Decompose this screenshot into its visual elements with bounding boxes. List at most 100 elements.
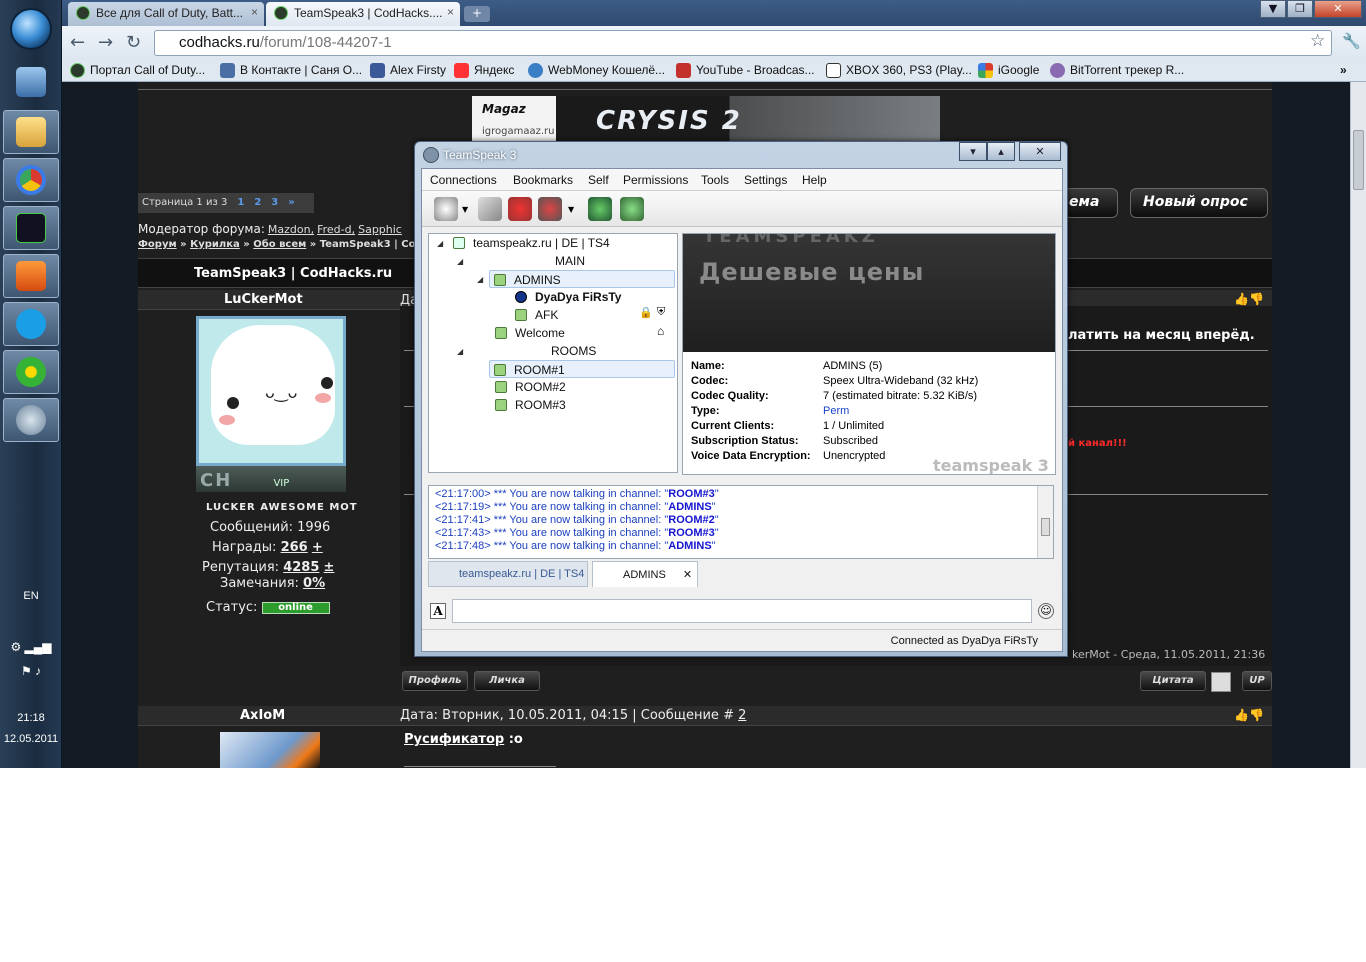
- post-number-link[interactable]: 2: [738, 708, 746, 723]
- bookmark-item[interactable]: YouTube - Broadcas...: [676, 63, 815, 78]
- menu-tools[interactable]: Tools: [701, 173, 729, 187]
- report-icon[interactable]: [1211, 672, 1231, 692]
- chevron-down-icon[interactable]: ◢: [457, 257, 463, 266]
- menu-bookmarks[interactable]: Bookmarks: [513, 173, 573, 187]
- up-button[interactable]: UP: [1242, 671, 1272, 691]
- address-bar[interactable]: codhacks.ru/forum/108-44207-1: [154, 30, 1332, 56]
- disconnect-icon[interactable]: [508, 197, 532, 221]
- close-icon[interactable]: ×: [447, 5, 454, 19]
- emoticon-icon[interactable]: ☺: [1038, 603, 1054, 619]
- tree-channel-admins[interactable]: ADMINS: [489, 270, 675, 288]
- moderator-link[interactable]: Mazdon,: [268, 223, 314, 236]
- tree-server[interactable]: teamspeakz.ru | DE | TS4: [453, 234, 610, 252]
- page-link[interactable]: 1: [237, 197, 244, 208]
- bookmark-item[interactable]: Яндекс: [454, 63, 514, 78]
- tree-spacer-main[interactable]: MAIN: [555, 252, 585, 270]
- game-icon[interactable]: [3, 206, 59, 250]
- tab-server-chat[interactable]: teamspeakz.ru | DE | TS4: [428, 561, 588, 587]
- rate-icon[interactable]: 👍👎: [1234, 708, 1264, 722]
- menu-connections[interactable]: Connections: [430, 173, 497, 187]
- moderator-link[interactable]: Fred-d,: [317, 223, 355, 236]
- tree-channel-welcome[interactable]: Welcome: [495, 324, 565, 342]
- chevron-down-icon[interactable]: ◢: [437, 239, 443, 248]
- new-tab-button[interactable]: +: [464, 6, 490, 22]
- reload-icon[interactable]: ↻: [126, 32, 141, 53]
- menu-settings[interactable]: Settings: [744, 173, 787, 187]
- view-icon[interactable]: [588, 197, 612, 221]
- font-format-icon[interactable]: A: [430, 603, 446, 619]
- tree-channel-afk[interactable]: AFK: [515, 306, 558, 324]
- chevron-down-icon[interactable]: ◢: [477, 275, 483, 284]
- volume-icon[interactable]: ⚑ ♪: [0, 664, 62, 678]
- tray-icons[interactable]: ⚙ ▂▄▆: [0, 640, 62, 654]
- display-settings-icon[interactable]: [3, 60, 59, 104]
- bookmark-star-icon[interactable]: ☆: [1310, 31, 1325, 51]
- media-player-icon[interactable]: [3, 254, 59, 298]
- tree-channel-room2[interactable]: ROOM#2: [495, 378, 566, 396]
- menu-self[interactable]: Self: [588, 173, 609, 187]
- language-indicator[interactable]: EN: [0, 590, 62, 602]
- new-topic-button[interactable]: ема: [1064, 188, 1118, 218]
- mute-icon[interactable]: [538, 197, 562, 221]
- close-icon[interactable]: ✕: [683, 569, 692, 581]
- post-link[interactable]: Русификатор: [404, 732, 504, 747]
- page-link[interactable]: 3: [271, 197, 278, 208]
- bookmark-item[interactable]: Портал Call of Duty...: [70, 63, 205, 78]
- tree-channel-room3[interactable]: ROOM#3: [495, 396, 566, 414]
- page-link[interactable]: 2: [254, 197, 261, 208]
- ts-minimize-button[interactable]: ▾: [959, 142, 987, 161]
- moderator-link[interactable]: Sapphic: [358, 223, 402, 236]
- wrench-icon[interactable]: 🔧: [1342, 32, 1361, 50]
- bookmark-item[interactable]: XBOX 360, PS3 (Play...: [826, 63, 972, 78]
- quote-button[interactable]: Цитата: [1140, 671, 1206, 691]
- chevron-down-icon[interactable]: ▼: [568, 205, 574, 214]
- new-poll-button[interactable]: Новый опрос: [1130, 188, 1268, 218]
- post-author[interactable]: LuCkerMot: [224, 292, 303, 307]
- close-button[interactable]: ✕: [1314, 0, 1362, 18]
- rate-icon[interactable]: 👍👎: [1234, 292, 1264, 306]
- page-scrollbar[interactable]: [1350, 82, 1366, 768]
- ts-close-button[interactable]: ✕: [1019, 142, 1061, 161]
- close-icon[interactable]: ×: [251, 5, 258, 19]
- clock-time[interactable]: 21:18: [0, 712, 62, 724]
- chevron-down-icon[interactable]: ▼: [462, 205, 468, 214]
- menu-help[interactable]: Help: [802, 173, 827, 187]
- bookmark-item[interactable]: Alex Firsty: [370, 63, 446, 78]
- rep-link[interactable]: 4285: [283, 560, 319, 575]
- contacts-icon[interactable]: [620, 197, 644, 221]
- forward-icon[interactable]: →: [98, 32, 113, 53]
- back-icon[interactable]: ←: [70, 32, 85, 53]
- bookmark-item[interactable]: iGoogle: [978, 63, 1039, 78]
- page-next[interactable]: »: [288, 197, 294, 208]
- chevron-down-icon[interactable]: ◢: [457, 347, 463, 356]
- chrome-icon[interactable]: [3, 158, 59, 202]
- profile-button[interactable]: Профиль: [402, 671, 468, 691]
- tree-spacer-rooms[interactable]: ROOMS: [551, 342, 596, 360]
- bookmark-item[interactable]: WebMoney Кошелё...: [528, 63, 665, 78]
- menu-permissions[interactable]: Permissions: [623, 173, 688, 187]
- minimize-button[interactable]: ▼: [1260, 0, 1286, 18]
- clock-date[interactable]: 12.05.2011: [0, 733, 62, 745]
- connect-icon[interactable]: [434, 197, 458, 221]
- post-author[interactable]: AxIoM: [240, 708, 285, 723]
- crysis-banner[interactable]: Magaz igrogamaaz.ru CRYSIS 2: [472, 96, 940, 144]
- start-orb[interactable]: [10, 8, 52, 50]
- tree-channel-room1[interactable]: ROOM#1: [489, 360, 675, 378]
- scroll-thumb[interactable]: [1353, 130, 1364, 190]
- bookmark-item[interactable]: BitTorrent трекер R...: [1050, 63, 1184, 78]
- tab-cod[interactable]: Все для Call of Duty, Batt... ×: [68, 2, 264, 26]
- maximize-button[interactable]: ❐: [1287, 0, 1313, 18]
- explorer-icon[interactable]: [3, 110, 59, 154]
- ts-maximize-button[interactable]: ▴: [987, 142, 1015, 161]
- pm-button[interactable]: Личка: [474, 671, 540, 691]
- teamspeak-icon[interactable]: [3, 398, 59, 442]
- away-icon[interactable]: [478, 197, 502, 221]
- more-bookmarks-icon[interactable]: »: [1340, 63, 1347, 77]
- tree-user[interactable]: DyaDya FiRsTy: [515, 288, 621, 306]
- bookmark-item[interactable]: В Контакте | Саня О...: [220, 63, 362, 78]
- skype-icon[interactable]: [3, 302, 59, 346]
- icq-icon[interactable]: [3, 350, 59, 394]
- tab-channel-chat[interactable]: ADMINS ✕: [592, 561, 698, 587]
- chat-input[interactable]: [452, 599, 1032, 623]
- awards-link[interactable]: 266: [281, 540, 308, 555]
